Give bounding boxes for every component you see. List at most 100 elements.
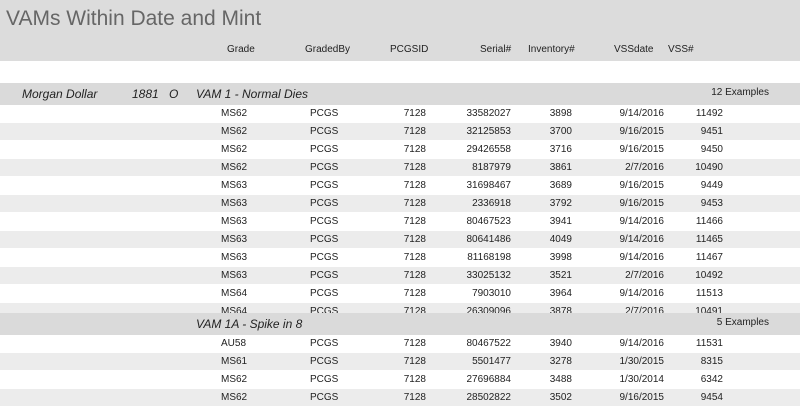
inventory-cell: 3898 [549, 108, 572, 119]
inventory-cell: 3716 [549, 144, 572, 155]
serial-cell: 28502822 [466, 392, 512, 403]
vssdate-cell: 9/14/2016 [619, 216, 665, 227]
vssdate-cell: 1/30/2014 [619, 374, 665, 385]
vss-cell: 6342 [700, 374, 723, 385]
table-row: MS63 PCGS 7128 2336918 3792 9/16/2015 9453 [0, 195, 800, 212]
vss-cell: 8315 [700, 356, 723, 367]
gradedby-cell: PCGS [310, 108, 339, 119]
vss-cell: 11466 [695, 216, 723, 227]
table-row: MS61 PCGS 7128 5501477 3278 1/30/2015 8315 [0, 353, 800, 370]
vssdate-cell: 9/16/2015 [619, 180, 665, 191]
vssdate-cell: 9/14/2016 [619, 234, 665, 245]
vss-cell: 11531 [695, 338, 723, 349]
table-row: MS63 PCGS 7128 80467523 3941 9/14/2016 11466 [0, 213, 800, 230]
serial-cell: 31698467 [466, 180, 512, 191]
vss-cell: 9454 [700, 392, 723, 403]
inventory-cell: 3861 [549, 162, 572, 173]
example-count: 5 Examples [716, 317, 769, 328]
grade-cell: MS62 [221, 392, 248, 403]
vssdate-cell: 1/30/2015 [619, 356, 665, 367]
pcgsid-cell: 7128 [403, 374, 426, 385]
vssdate-cell: 9/16/2015 [619, 126, 665, 137]
pcgsid-cell: 7128 [403, 356, 426, 367]
pcgsid-cell: 7128 [403, 234, 426, 245]
vssdate-cell: 2/7/2016 [625, 270, 664, 281]
vss-cell: 9450 [700, 144, 723, 155]
inventory-cell: 3521 [549, 270, 572, 281]
serial-cell: 33025132 [466, 270, 512, 281]
grade-cell: MS62 [221, 126, 248, 137]
table-row: MS62 PCGS 7128 28502822 3502 9/16/2015 9454 [0, 389, 800, 406]
serial-cell: 2336918 [472, 198, 511, 209]
serial-cell: 80467522 [466, 338, 512, 349]
serial-cell: 81168198 [467, 252, 511, 263]
table-row: MS63 PCGS 7128 81168198 3998 9/14/2016 11467 [0, 249, 800, 266]
vssdate-cell: 9/14/2016 [619, 288, 665, 299]
grade-cell: AU58 [221, 338, 247, 349]
gradedby-cell: PCGS [310, 126, 339, 137]
inventory-cell: 3940 [549, 338, 572, 349]
gradedby-cell: PCGS [310, 144, 339, 155]
serial-cell: 5501477 [472, 356, 511, 367]
grade-cell: MS61 [221, 356, 248, 367]
vss-cell: 9453 [700, 198, 723, 209]
pcgsid-cell: 7128 [403, 338, 426, 349]
vss-cell: 9451 [700, 126, 723, 137]
gradedby-cell: PCGS [310, 252, 339, 263]
grade-cell: MS64 [221, 288, 248, 299]
grade-cell: MS62 [221, 144, 248, 155]
inventory-cell: 4049 [549, 234, 572, 245]
table-row: MS62 PCGS 7128 27696884 3488 1/30/2014 6342 [0, 371, 800, 388]
grade-cell: MS63 [221, 216, 248, 227]
vss-cell: 11467 [695, 252, 723, 263]
pcgsid-cell: 7128 [403, 144, 426, 155]
grade-cell: MS63 [221, 252, 248, 263]
grade-cell: MS63 [221, 234, 248, 245]
column-header-serial: Serial# [480, 44, 512, 55]
gradedby-cell: PCGS [310, 392, 339, 403]
gradedby-cell: PCGS [310, 374, 339, 385]
pcgsid-cell: 7128 [403, 126, 426, 137]
column-header-gradedby: GradedBy [305, 44, 351, 55]
gradedby-cell: PCGS [310, 270, 339, 281]
vssdate-cell: 9/14/2016 [619, 252, 665, 263]
vssdate-cell: 9/14/2016 [619, 108, 665, 119]
vssdate-cell: 2/7/2016 [625, 162, 664, 173]
pcgsid-cell: 7128 [403, 288, 426, 299]
serial-cell: 27696884 [466, 374, 512, 385]
table-row: MS62 PCGS 7128 8187979 3861 2/7/2016 10490 [0, 159, 800, 176]
inventory-cell: 3941 [549, 216, 572, 227]
series-name: Morgan Dollar [22, 87, 98, 101]
pcgsid-cell: 7128 [403, 180, 426, 191]
serial-cell: 29426558 [466, 144, 512, 155]
column-header-grade: Grade [227, 44, 255, 55]
column-header-vss: VSS# [668, 44, 694, 55]
vss-cell: 10492 [695, 270, 723, 281]
column-header-vssdate: VSSdate [614, 44, 654, 55]
inventory-cell: 3998 [549, 252, 572, 263]
inventory-cell: 3488 [549, 374, 572, 385]
pcgsid-cell: 7128 [403, 252, 426, 263]
gradedby-cell: PCGS [310, 162, 339, 173]
grade-cell: MS63 [221, 270, 248, 281]
grade-cell: MS62 [221, 108, 248, 119]
table-row: MS64 PCGS 7128 7903010 3964 9/14/2016 11513 [0, 285, 800, 302]
grade-cell: MS63 [221, 180, 248, 191]
table-row: MS63 PCGS 7128 33025132 3521 2/7/2016 10492 [0, 267, 800, 284]
pcgsid-cell: 7128 [403, 162, 426, 173]
report-header: VAMs Within Date and Mint Grade GradedBy… [0, 0, 800, 61]
vssdate-cell: 9/14/2016 [619, 338, 665, 349]
table-row: AU58 PCGS 7128 80467522 3940 9/14/2016 11531 [0, 335, 800, 352]
group-header: Morgan Dollar 1881 O VAM 1 - Normal Dies 12 … [0, 83, 800, 105]
vss-cell: 11492 [695, 108, 723, 119]
inventory-cell: 3964 [549, 288, 572, 299]
inventory-cell: 3792 [549, 198, 572, 209]
table-row: MS62 PCGS 7128 32125853 3700 9/16/2015 9451 [0, 123, 800, 140]
inventory-cell: 3689 [549, 180, 572, 191]
gradedby-cell: PCGS [310, 356, 339, 367]
vss-cell: 10490 [695, 162, 723, 173]
mint-mark: O [169, 87, 179, 101]
column-header-inventory: Inventory# [528, 44, 575, 55]
grade-cell: MS62 [221, 374, 248, 385]
inventory-cell: 3278 [549, 356, 572, 367]
